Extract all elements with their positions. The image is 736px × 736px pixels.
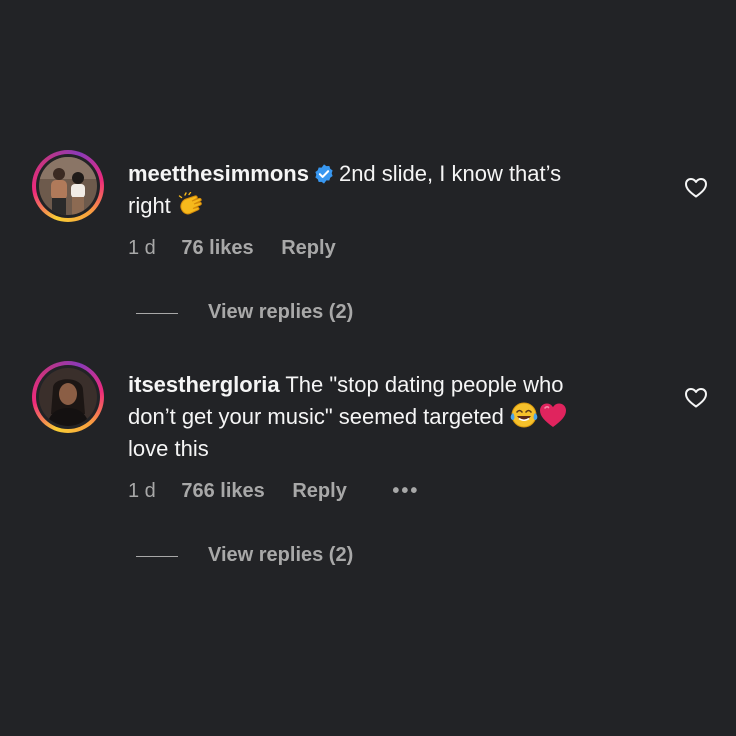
comment-body-line2: don’t get your music" seemed targeted [128,404,504,429]
likes-count-button[interactable]: 766 likes [181,480,264,503]
avatar-story-ring[interactable] [32,361,104,433]
replies-divider-line [136,556,178,557]
view-replies-label[interactable]: View replies (2) [208,544,353,567]
more-options-icon[interactable]: ••• [392,480,419,503]
comment-body-line2: right [128,193,171,218]
like-heart-icon[interactable] [684,176,708,198]
like-heart-icon[interactable] [684,386,708,408]
comment-text: itsesthergloria The "stop dating people … [128,369,668,465]
avatar-ring-gap [36,365,100,429]
face-with-tears-of-joy-emoji-icon [510,402,538,428]
comment-meta: 1 d 76 likes Reply [128,237,376,260]
clapping-hands-emoji-icon [178,192,202,215]
likes-count-button[interactable]: 76 likes [181,237,253,260]
comment-username[interactable]: meetthesimmons [128,161,309,186]
avatar-ring-gap [36,154,100,218]
view-replies-label[interactable]: View replies (2) [208,301,353,324]
comment-username[interactable]: itsesthergloria [128,372,280,397]
comment-meta: 1 d 766 likes Reply ••• [128,480,419,503]
avatar[interactable] [39,157,97,215]
reply-button[interactable]: Reply [292,480,346,503]
comment-time: 1 d [128,480,156,502]
avatar-story-ring[interactable] [32,150,104,222]
comment-body-line3: love this [128,436,209,461]
verified-badge-icon [315,164,333,184]
red-heart-emoji-icon [540,403,567,427]
comment-body-line1: The "stop dating people who [285,372,564,397]
reply-button[interactable]: Reply [281,237,335,260]
replies-divider-line [136,313,178,314]
comment-text: meetthesimmons 2nd slide, I know that’s r… [128,158,668,222]
comment-body-line1: 2nd slide, I know that’s [338,161,562,186]
comment-time: 1 d [128,237,156,259]
avatar[interactable] [39,368,97,426]
